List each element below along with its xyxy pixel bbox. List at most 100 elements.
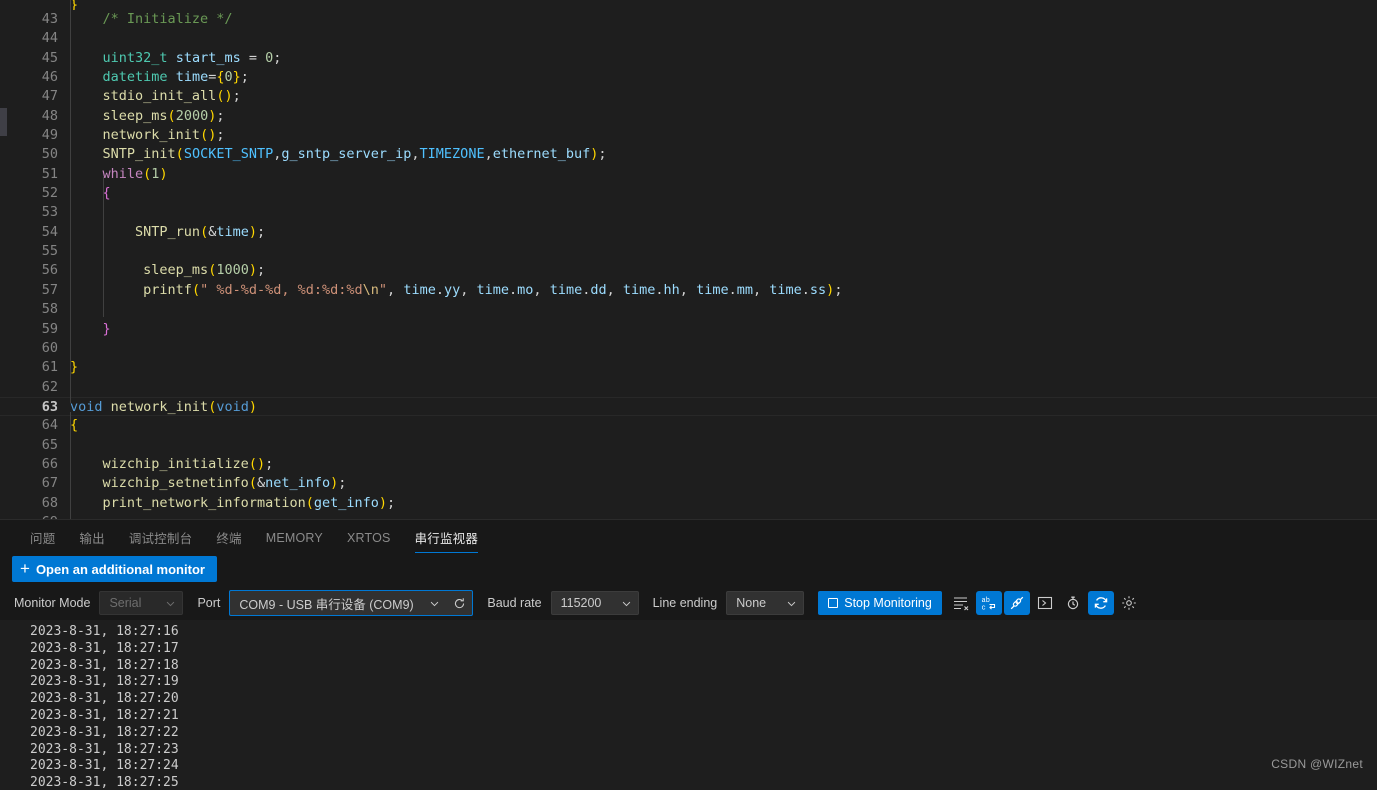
- code-line: 45 uint32_t start_ms = 0;: [0, 49, 1377, 68]
- code-line: 67 wizchip_setnetinfo(&net_info);: [0, 474, 1377, 493]
- code-line: 58: [0, 300, 1377, 319]
- line-text: datetime time={0};: [102, 69, 249, 86]
- line-number: 59: [41, 320, 58, 337]
- code-line: 63 void network_init(void): [0, 396, 1377, 417]
- stop-monitoring-button[interactable]: Stop Monitoring: [818, 591, 942, 615]
- line-text: print_network_information(get_info);: [102, 494, 396, 511]
- panel-tab-4[interactable]: MEMORY: [254, 520, 335, 555]
- serial-monitor-toolbar: Monitor Mode Serial Port COM9 - USB 串行设备…: [0, 586, 1377, 620]
- toggle-connection-icon[interactable]: [1003, 591, 1030, 615]
- console-line: 2023-8-31, 18:27:18: [30, 657, 179, 673]
- code-line: }: [0, 0, 1377, 10]
- indent-guide: [103, 177, 104, 317]
- console-line: 2023-8-31, 18:27:19: [30, 674, 179, 690]
- code-line: 51 while(1): [0, 165, 1377, 184]
- port-select-group[interactable]: COM9 - USB 串行设备 (COM9): [229, 590, 474, 616]
- chevron-down-icon: [429, 598, 440, 609]
- toggle-word-wrap-icon[interactable]: ab c: [975, 591, 1002, 615]
- line-number: 46: [41, 69, 58, 86]
- code-line: 50 SNTP_init(SOCKET_SNTP,g_sntp_server_i…: [0, 145, 1377, 164]
- monitor-mode-label: Monitor Mode: [14, 596, 91, 610]
- bottom-panel: 问题 输出 调试控制台 终端 MEMORY XRTOS 串行监视器 + Open an ad…: [0, 519, 1377, 790]
- code-line: 64 {: [0, 416, 1377, 435]
- line-number: 58: [41, 301, 58, 318]
- console-line: 2023-8-31, 18:27:25: [30, 775, 179, 790]
- line-text: sleep_ms(1000);: [143, 262, 266, 279]
- line-number: 60: [41, 339, 58, 356]
- port-select[interactable]: COM9 - USB 串行设备 (COM9): [230, 591, 446, 615]
- code-line: 62: [0, 378, 1377, 397]
- baud-rate-value: 115200: [560, 596, 602, 610]
- line-text: stdio_init_all();: [102, 88, 241, 105]
- console-line: 2023-8-31, 18:27:17: [30, 640, 179, 656]
- code-line: 60: [0, 339, 1377, 358]
- open-terminal-icon[interactable]: [1032, 591, 1058, 615]
- line-ending-select[interactable]: None: [726, 591, 805, 615]
- show-timestamp-icon[interactable]: [1060, 591, 1086, 615]
- port-label: Port: [197, 596, 221, 610]
- line-number: 61: [41, 359, 58, 376]
- line-ending-label: Line ending: [652, 596, 718, 610]
- code-line: 57 printf(" %d-%d-%d, %d:%d:%d\n", time.…: [0, 281, 1377, 300]
- monitor-mode-select[interactable]: Serial: [99, 591, 184, 615]
- line-number: 64: [41, 417, 58, 434]
- console-line: 2023-8-31, 18:27:21: [30, 707, 179, 723]
- serial-monitor-console[interactable]: 2023-8-31, 18:27:16 2023-8-31, 18:27:17 20…: [0, 620, 1377, 790]
- panel-tab-0[interactable]: 问题: [18, 520, 67, 555]
- code-line: 48 sleep_ms(2000);: [0, 107, 1377, 126]
- line-text: }: [102, 320, 111, 337]
- panel-tab-label: 输出: [79, 532, 105, 546]
- settings-gear-icon[interactable]: [1116, 591, 1142, 615]
- line-number: 52: [41, 185, 58, 202]
- line-text: wizchip_initialize();: [102, 455, 274, 472]
- code-line: 44: [0, 29, 1377, 48]
- panel-tab-1[interactable]: 输出: [67, 520, 116, 555]
- editor-vertical-scrollbar[interactable]: [0, 0, 8, 519]
- auto-reconnect-icon[interactable]: [1087, 591, 1114, 615]
- stop-monitoring-label: Stop Monitoring: [844, 596, 932, 610]
- console-line: 2023-8-31, 18:27:24: [30, 758, 179, 774]
- line-number: 45: [41, 49, 58, 66]
- code-line: 53: [0, 203, 1377, 222]
- open-additional-monitor-button[interactable]: + Open an additional monitor: [12, 556, 217, 582]
- panel-tab-3[interactable]: 终端: [204, 520, 253, 555]
- panel-tab-5[interactable]: XRTOS: [335, 520, 403, 555]
- console-line: 2023-8-31, 18:27:20: [30, 691, 179, 707]
- code-line: 54 SNTP_run(&time);: [0, 223, 1377, 242]
- baud-rate-label: Baud rate: [487, 596, 542, 610]
- line-text: printf(" %d-%d-%d, %d:%d:%d\n", time.yy,…: [143, 281, 843, 298]
- refresh-ports-icon[interactable]: [446, 591, 472, 615]
- indent-guide: [70, 0, 71, 403]
- line-text: SNTP_run(&time);: [135, 223, 266, 240]
- line-number: 50: [41, 146, 58, 163]
- code-line: 59 }: [0, 320, 1377, 339]
- line-text: uint32_t start_ms = 0;: [102, 49, 282, 66]
- line-number: 65: [41, 436, 58, 453]
- panel-tab-label: MEMORY: [265, 530, 323, 545]
- line-text: void network_init(void): [70, 398, 257, 415]
- panel-tab-2[interactable]: 调试控制台: [117, 520, 205, 555]
- code-editor[interactable]: } 43 /* Initialize */44 45 uint32_t start_…: [0, 0, 1377, 519]
- monitor-mode-value: Serial: [109, 596, 142, 610]
- line-number: 54: [41, 223, 58, 240]
- scrollbar-thumb[interactable]: [0, 108, 7, 136]
- line-text: network_init();: [102, 127, 225, 144]
- baud-rate-select[interactable]: 115200: [550, 591, 639, 615]
- line-number: 55: [41, 243, 58, 260]
- code-line: 43 /* Initialize */: [0, 10, 1377, 29]
- clear-output-icon[interactable]: [948, 591, 974, 615]
- panel-tab-label: 终端: [216, 532, 242, 546]
- indent-guide: [70, 412, 71, 519]
- port-value: COM9 - USB 串行设备 (COM9): [239, 597, 414, 612]
- line-number: 53: [41, 204, 58, 221]
- code-line: 61}: [0, 358, 1377, 377]
- code-line: 49 network_init();: [0, 126, 1377, 145]
- code-line: 47 stdio_init_all();: [0, 87, 1377, 106]
- panel-tab-6[interactable]: 串行监视器: [403, 520, 491, 555]
- line-text: sleep_ms(2000);: [102, 107, 225, 124]
- line-text: SNTP_init(SOCKET_SNTP,g_sntp_server_ip,T…: [102, 146, 607, 163]
- open-additional-monitor-label: Open an additional monitor: [35, 561, 205, 577]
- panel-tab-label: 串行监视器: [414, 532, 479, 546]
- code-line: 56 sleep_ms(1000);: [0, 261, 1377, 280]
- line-number: 51: [41, 165, 58, 182]
